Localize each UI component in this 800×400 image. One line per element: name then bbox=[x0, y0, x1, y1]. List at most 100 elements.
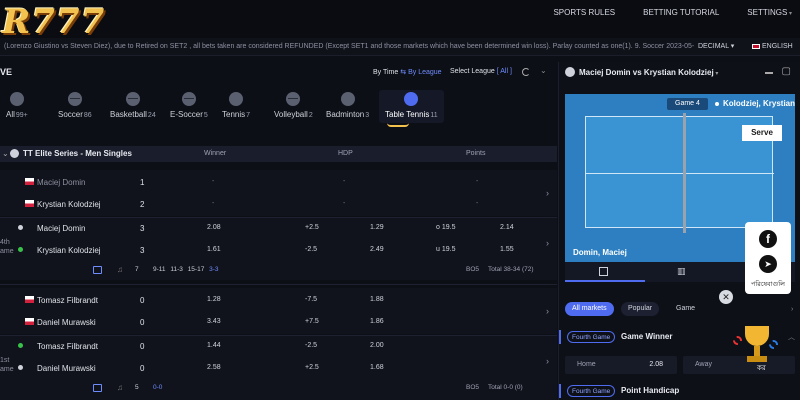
sport-tab-all[interactable]: All99+ bbox=[6, 92, 28, 119]
telegram-icon[interactable]: ➤ bbox=[759, 255, 777, 273]
hdp-odds[interactable]: 1.86 bbox=[370, 318, 384, 325]
team-score: 0 bbox=[140, 296, 145, 305]
winner-odds[interactable]: 1.61 bbox=[207, 246, 221, 253]
sort-toggle[interactable]: By Time ⇆ By League bbox=[373, 68, 442, 76]
chip-icon bbox=[733, 336, 742, 345]
hdp-odds[interactable]: - bbox=[343, 200, 345, 207]
sports-rules-link[interactable]: SPORTS RULES bbox=[553, 8, 615, 17]
live-events-panel: VE By Time ⇆ By League Select League [ A… bbox=[0, 62, 557, 400]
chevron-right-icon[interactable]: › bbox=[546, 306, 549, 316]
minimize-icon[interactable] bbox=[765, 72, 773, 74]
sport-tabs: All99+ Soccer86 Basketball24 E-Soccer5 T… bbox=[0, 90, 557, 136]
sort-by-league[interactable]: By League bbox=[408, 69, 441, 76]
chevron-right-icon[interactable]: › bbox=[791, 306, 793, 313]
tab-all-markets[interactable]: All markets bbox=[565, 302, 614, 316]
sport-tab-table-tennis[interactable]: Table Tennis11 bbox=[379, 90, 444, 127]
facebook-icon[interactable]: f bbox=[759, 230, 777, 248]
market-period-tag: Fourth Game bbox=[567, 331, 616, 343]
sport-tab-badminton[interactable]: Badminton3 bbox=[326, 92, 369, 119]
promo-trophy[interactable]: কর bbox=[733, 322, 783, 374]
team-name: Maciej Domin bbox=[37, 178, 86, 187]
sport-tab-soccer[interactable]: Soccer86 bbox=[58, 92, 92, 119]
league-header[interactable]: ⌄ TT Elite Series - Men Singles Winner H… bbox=[0, 146, 557, 162]
badminton-icon bbox=[340, 92, 355, 106]
live-stream-icon[interactable] bbox=[93, 384, 102, 392]
column-winner: Winner bbox=[204, 150, 227, 157]
sport-tab-esoccer[interactable]: E-Soccer5 bbox=[170, 92, 208, 119]
points-line: o 19.5 bbox=[436, 224, 456, 231]
chevron-down-icon[interactable]: ⌄ bbox=[540, 66, 547, 75]
hdp-odds[interactable]: - bbox=[343, 178, 345, 185]
center-line bbox=[586, 173, 774, 174]
team-score: 3 bbox=[140, 224, 145, 233]
winner-odds[interactable]: 1.28 bbox=[207, 296, 221, 303]
team-score: 2 bbox=[140, 200, 145, 209]
close-icon[interactable]: ▢ bbox=[782, 66, 791, 77]
select-league-value: [ All ] bbox=[496, 68, 512, 75]
tab-game[interactable]: Game bbox=[669, 302, 702, 316]
betting-tutorial-link[interactable]: BETTING TUTORIAL bbox=[643, 8, 719, 17]
close-widget-button[interactable]: ✕ bbox=[719, 290, 733, 304]
match-card: 4th ame Maciej Domin 3 2.08 +2.5 1.29 o 1… bbox=[0, 218, 557, 280]
live-stream-icon[interactable] bbox=[93, 266, 102, 274]
winner-odds[interactable]: - bbox=[212, 200, 214, 207]
select-league[interactable]: Select League [ All ] bbox=[450, 68, 512, 75]
bell-icon[interactable]: ♫ bbox=[117, 383, 123, 392]
match-title[interactable]: Maciej Domin vs Krystian Kolodziej bbox=[579, 68, 718, 77]
table-tennis-icon bbox=[565, 67, 575, 77]
winner-odds[interactable]: 2.08 bbox=[207, 224, 221, 231]
winner-odds[interactable]: 2.58 bbox=[207, 364, 221, 371]
hdp-odds[interactable]: 2.49 bbox=[370, 246, 384, 253]
more-markets-count[interactable]: 5 bbox=[135, 384, 139, 391]
points-odds[interactable]: 1.55 bbox=[500, 246, 514, 253]
winner-odds[interactable]: 1.44 bbox=[207, 342, 221, 349]
player-top: Kolodziej, Krystian bbox=[723, 99, 796, 108]
player-bottom: Domin, Maciej bbox=[573, 248, 627, 257]
hdp-odds[interactable]: 2.00 bbox=[370, 342, 384, 349]
match-row: Maciej Domin 1 - - - bbox=[0, 172, 545, 194]
sport-tab-basketball[interactable]: Basketball24 bbox=[110, 92, 156, 119]
news-ticker: (Lorenzo Giustino vs Steven Diez), due t… bbox=[0, 38, 800, 56]
chip-icon bbox=[769, 340, 778, 349]
column-hdp: HDP bbox=[338, 150, 353, 157]
winner-odds[interactable]: - bbox=[212, 178, 214, 185]
sport-tab-tennis[interactable]: Tennis7 bbox=[222, 92, 250, 119]
collapse-icon[interactable]: ⌄ bbox=[2, 149, 9, 158]
tab-popular[interactable]: Popular bbox=[621, 302, 660, 316]
basketball-icon bbox=[125, 92, 140, 106]
language-select[interactable]: ENGLISH bbox=[752, 38, 793, 55]
hdp-odds[interactable]: 1.88 bbox=[370, 296, 384, 303]
points-odds[interactable]: - bbox=[476, 178, 478, 185]
chevron-right-icon[interactable]: › bbox=[546, 188, 549, 198]
home-odds-button[interactable]: Home 2.08 bbox=[565, 356, 677, 374]
serve-indicator bbox=[18, 247, 23, 252]
collapse-icon[interactable]: ︿ bbox=[788, 332, 795, 342]
top-bar: R777 SPORTS RULES BETTING TUTORIAL SETTI… bbox=[0, 0, 800, 42]
sport-tab-volleyball[interactable]: Volleyball2 bbox=[274, 92, 313, 119]
odds-format-select[interactable]: DECIMAL ▾ bbox=[698, 38, 734, 55]
match-card: Tomasz Filbrandt 0 1.28 -7.5 1.88 Daniel… bbox=[0, 288, 557, 334]
hdp-odds[interactable]: 1.29 bbox=[370, 224, 384, 231]
points-odds[interactable]: - bbox=[476, 200, 478, 207]
bell-icon[interactable]: ♫ bbox=[117, 265, 123, 274]
ticker-message: (Lorenzo Giustino vs Steven Diez), due t… bbox=[4, 43, 694, 50]
court-view-icon[interactable] bbox=[599, 267, 608, 276]
best-of: BO5 bbox=[466, 266, 480, 273]
chevron-right-icon[interactable]: › bbox=[546, 238, 549, 248]
points-odds[interactable]: 2.14 bbox=[500, 224, 514, 231]
stats-view-icon[interactable]: ▥ bbox=[677, 266, 686, 277]
soccer-icon bbox=[67, 92, 82, 106]
chevron-right-icon[interactable]: › bbox=[546, 356, 549, 366]
refresh-icon[interactable] bbox=[522, 68, 530, 76]
market-period-tag: Fourth Game bbox=[567, 385, 616, 397]
team-name: Maciej Domin bbox=[37, 224, 86, 233]
settings-menu[interactable]: SETTINGS bbox=[747, 8, 792, 17]
sort-by-time[interactable]: By Time bbox=[373, 69, 398, 76]
match-card: Maciej Domin 1 - - - Krystian Kolodziej … bbox=[0, 170, 557, 216]
best-of: BO5 bbox=[466, 384, 480, 391]
winner-odds[interactable]: 3.43 bbox=[207, 318, 221, 325]
logo[interactable]: R777 bbox=[2, 2, 105, 42]
hdp-odds[interactable]: 1.68 bbox=[370, 364, 384, 371]
market-accent bbox=[559, 330, 561, 344]
more-markets-count[interactable]: 7 bbox=[135, 266, 139, 273]
